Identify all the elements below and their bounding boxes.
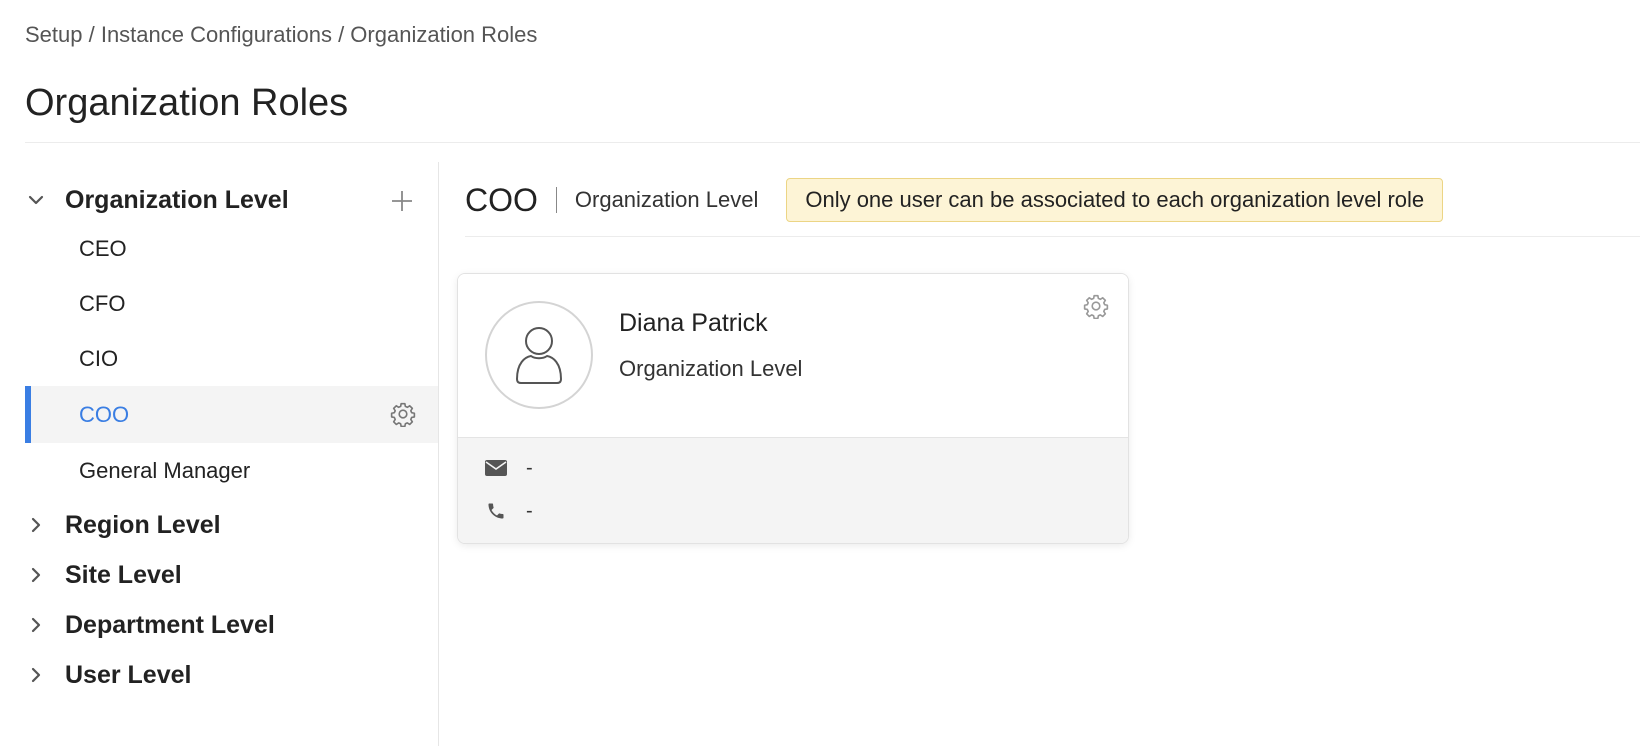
user-level: Organization Level xyxy=(619,356,803,381)
add-role-button[interactable] xyxy=(387,186,417,216)
header-separator xyxy=(555,187,557,213)
group-region-level[interactable]: Region Level xyxy=(25,505,439,545)
user-card[interactable]: Diana Patrick Organization Level - - xyxy=(457,273,1129,544)
user-email: - xyxy=(526,456,533,479)
group-department-level[interactable]: Department Level xyxy=(25,605,439,645)
role-tree-sidebar: Organization Level CEO CFO CIO COO Gener… xyxy=(25,162,439,746)
avatar xyxy=(485,301,593,409)
role-item-coo[interactable]: COO xyxy=(25,386,439,443)
sidebar-divider xyxy=(438,162,439,746)
phone-row: - xyxy=(484,499,533,523)
gear-icon[interactable] xyxy=(389,400,417,428)
info-banner: Only one user can be associated to each … xyxy=(786,178,1444,222)
group-label: Region Level xyxy=(65,510,221,539)
chevron-right-icon[interactable] xyxy=(25,605,65,645)
content-header: COO Organization Level Only one user can… xyxy=(465,178,1444,222)
chevron-down-icon[interactable] xyxy=(25,180,65,220)
group-user-level[interactable]: User Level xyxy=(25,655,439,695)
user-name: Diana Patrick xyxy=(619,309,768,337)
group-label: User Level xyxy=(65,660,192,689)
mail-icon xyxy=(484,456,508,480)
group-label: Organization Level xyxy=(65,185,289,214)
selected-role-name: COO xyxy=(465,181,538,218)
group-organization-level[interactable]: Organization Level xyxy=(25,180,439,220)
chevron-right-icon[interactable] xyxy=(25,505,65,545)
breadcrumb[interactable]: Setup / Instance Configurations / Organi… xyxy=(25,22,537,48)
card-contact-section: - - xyxy=(458,437,1128,543)
group-label: Department Level xyxy=(65,610,275,639)
role-item-general-manager[interactable]: General Manager xyxy=(25,442,439,499)
plus-icon xyxy=(392,191,412,211)
chevron-right-icon[interactable] xyxy=(25,555,65,595)
content-divider xyxy=(465,236,1640,237)
group-site-level[interactable]: Site Level xyxy=(25,555,439,595)
role-item-cfo[interactable]: CFO xyxy=(25,275,439,332)
title-divider xyxy=(25,142,1640,143)
selected-role-level: Organization Level xyxy=(574,187,759,212)
role-item-label: COO xyxy=(79,401,130,427)
chevron-right-icon[interactable] xyxy=(25,655,65,695)
user-phone: - xyxy=(526,499,533,522)
phone-icon xyxy=(484,499,508,523)
page-title: Organization Roles xyxy=(25,82,349,124)
group-label: Site Level xyxy=(65,560,182,589)
role-item-ceo[interactable]: CEO xyxy=(25,220,439,277)
role-item-cio[interactable]: CIO xyxy=(25,330,439,387)
user-icon xyxy=(516,327,562,384)
email-row: - xyxy=(484,456,533,480)
gear-icon[interactable] xyxy=(1082,292,1110,320)
card-top: Diana Patrick Organization Level xyxy=(458,274,1128,437)
